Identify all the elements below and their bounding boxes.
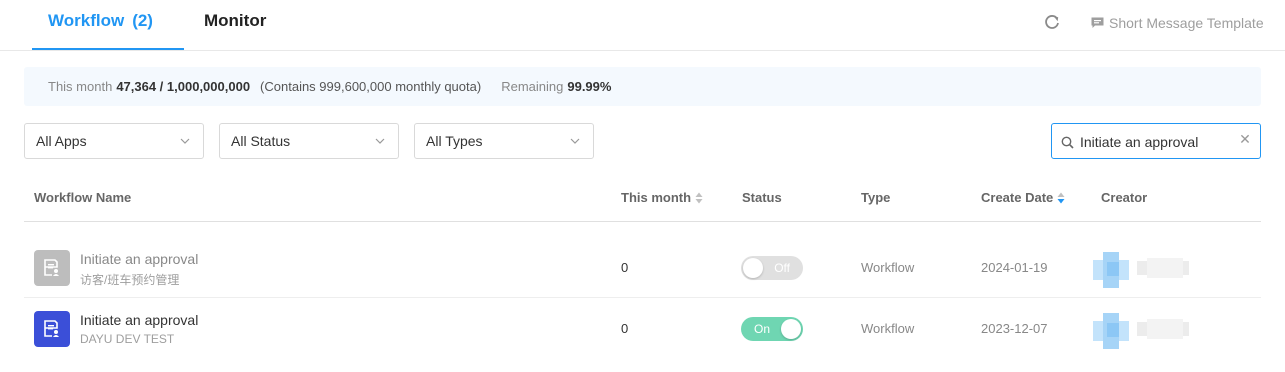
refresh-icon[interactable] <box>1042 12 1062 32</box>
column-header-create-date-label: Create Date <box>981 190 1054 205</box>
workflow-this-month-count: 0 <box>621 321 629 336</box>
column-header-this-month-label: This month <box>621 190 692 205</box>
tab-workflow-label: Workflow <box>48 11 125 30</box>
chevron-down-icon <box>180 138 190 144</box>
workflow-name[interactable]: Initiate an approval <box>80 312 198 328</box>
quota-remaining-value: 99.99% <box>567 79 612 94</box>
apps-filter-value: All Apps <box>36 133 87 149</box>
column-header-type: Type <box>861 190 891 205</box>
workflow-name[interactable]: Initiate an approval <box>80 251 198 267</box>
quota-usage: 47,364 / 1,000,000,000 <box>116 79 251 94</box>
chevron-down-icon <box>375 138 385 144</box>
creator-name-blurred <box>1137 258 1189 278</box>
status-toggle-label: Off <box>774 261 790 275</box>
quota-this-month-label: This month <box>48 79 113 94</box>
short-message-template-label: Short Message Template <box>1109 15 1264 31</box>
apps-filter-select[interactable]: All Apps <box>24 123 204 159</box>
avatar <box>1093 252 1129 288</box>
sort-icon <box>1057 192 1065 204</box>
workflow-app: 访客/班车预约管理 <box>80 273 180 287</box>
status-filter-select[interactable]: All Status <box>219 123 399 159</box>
tab-monitor[interactable]: Monitor <box>204 0 266 50</box>
quota-banner: This month 47,364 / 1,000,000,000 (Contain… <box>24 67 1261 106</box>
tab-workflow[interactable]: Workflow (2) <box>32 0 184 50</box>
column-header-status: Status <box>742 190 782 205</box>
status-toggle[interactable]: Off <box>741 256 803 280</box>
table-row[interactable]: Initiate an approval 访客/班车预约管理 0 Off Wor… <box>24 238 1261 298</box>
quota-contains: (Contains 999,600,000 monthly quota) <box>260 79 482 94</box>
workflow-type: Workflow <box>861 321 915 336</box>
workflow-app: DAYU DEV TEST <box>80 332 175 346</box>
status-toggle[interactable]: On <box>741 317 803 341</box>
short-message-template-link[interactable]: Short Message Template <box>1091 14 1264 32</box>
search-box: ✕ <box>1051 123 1261 159</box>
search-icon <box>1061 136 1074 149</box>
table-row[interactable]: Initiate an approval DAYU DEV TEST 0 On … <box>24 299 1261 359</box>
status-filter-value: All Status <box>231 133 291 149</box>
status-toggle-label: On <box>754 322 771 336</box>
table-header: Workflow Name This month Status Type Cre… <box>24 176 1261 222</box>
column-header-this-month[interactable]: This month <box>621 190 703 205</box>
tab-workflow-count: (2) <box>132 11 153 30</box>
toggle-knob <box>781 319 801 339</box>
chevron-down-icon <box>570 138 580 144</box>
close-icon[interactable]: ✕ <box>1238 132 1252 146</box>
column-header-creator: Creator <box>1101 190 1148 205</box>
column-header-workflow-name: Workflow Name <box>34 190 132 205</box>
search-input[interactable] <box>1080 132 1230 152</box>
quota-remaining-label: Remaining <box>501 79 564 94</box>
types-filter-select[interactable]: All Types <box>414 123 594 159</box>
column-header-create-date[interactable]: Create Date <box>981 190 1065 205</box>
workflow-create-date: 2024-01-19 <box>981 260 1048 275</box>
types-filter-value: All Types <box>426 133 483 149</box>
sort-icon <box>695 192 703 204</box>
workflow-create-date: 2023-12-07 <box>981 321 1048 336</box>
document-user-icon <box>34 311 70 347</box>
message-icon <box>1091 17 1104 28</box>
toggle-knob <box>743 258 763 278</box>
avatar <box>1093 313 1129 349</box>
creator-name-blurred <box>1137 319 1189 339</box>
workflow-type: Workflow <box>861 260 915 275</box>
document-user-icon <box>34 250 70 286</box>
workflow-this-month-count: 0 <box>621 260 629 275</box>
top-bar: Workflow (2) Monitor Short Message Templa… <box>0 0 1285 51</box>
